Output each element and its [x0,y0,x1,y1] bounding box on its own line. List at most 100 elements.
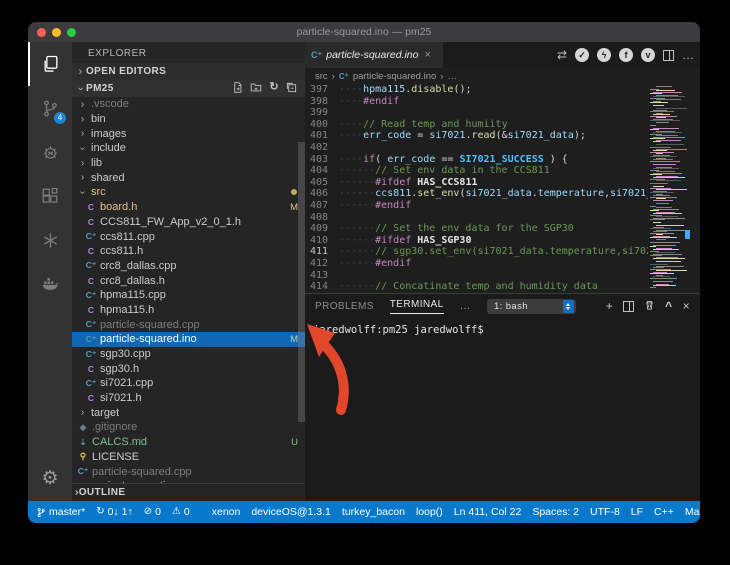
tree-file-ccs811.cpp[interactable]: C⁺ ccs811.cpp [72,229,305,244]
code-line-399[interactable]: 399 [305,107,648,119]
tree-folder-images[interactable]: › images [72,126,305,141]
tree-file-si7021.h[interactable]: Csi7021.h [72,391,305,406]
tree-file-particle-squared.cpp[interactable]: C⁺ particle-squared.cpp [72,464,305,479]
code-line-403[interactable]: 403 ····if( err_code == SI7021_SUCCESS ) … [305,154,648,166]
tree-file-sgp30.cpp[interactable]: C⁺ sgp30.cpp [72,347,305,362]
tree-file-crc8_dallas.h[interactable]: Ccrc8_dallas.h [72,273,305,288]
panel-more-icon[interactable]: … [460,300,471,312]
tree-file-hpma115.cpp[interactable]: C⁺ hpma115.cpp [72,288,305,303]
status-lf[interactable]: LF [631,506,643,518]
tree-file-.gitignore[interactable]: ◆ .gitignore [72,420,305,435]
particle-variable-icon[interactable]: v [641,48,655,62]
status-deviceos-1-3-1[interactable]: deviceOS@1.3.1 [251,506,331,518]
tree-file-board.h[interactable]: Cboard.h M [72,200,305,215]
new-terminal-icon[interactable]: + [606,300,613,312]
open-editors-section[interactable]: › OPEN EDITORS [72,63,305,80]
particle-flash-icon[interactable]: ϟ [597,48,611,62]
code-line-407[interactable]: 407 ······#endif [305,200,648,212]
activity-docker[interactable] [28,262,72,306]
status-0-1[interactable]: ↻ 0↓ 1↑ [96,506,133,518]
tree-file-sgp30.h[interactable]: Csgp30.h [72,361,305,376]
tree-file-hpma115.h[interactable]: Chpma115.h [72,303,305,318]
close-panel-icon[interactable]: × [683,300,690,312]
status-0[interactable]: ⊘ 0 [144,506,161,518]
settings-gear-icon[interactable]: ⚙ [28,461,72,495]
status-loop[interactable]: loop() [416,506,443,518]
code-line-401[interactable]: 401 ····err_code = si7021.read(&si7021_da… [305,130,648,142]
compare-changes-icon[interactable]: ⇄ [557,48,567,62]
terminal-content[interactable]: jaredwolff:pm25 jaredwolff$ [305,318,700,501]
particle-compile-check-icon[interactable]: ✓ [575,48,589,62]
split-editor-icon[interactable] [663,49,674,61]
code-editor[interactable]: 397 ····hpma115.disable(); 398 ····#endif 39… [305,84,648,293]
status-c[interactable]: C++ [654,506,674,518]
status-mac[interactable]: Mac [685,506,700,518]
title-bar[interactable]: particle-squared.ino — pm25 [28,22,700,42]
sidebar-scrollbar[interactable] [298,142,305,422]
activity-extensions[interactable] [28,174,72,218]
activity-debug[interactable] [28,130,72,174]
kill-terminal-icon[interactable] [644,299,655,313]
status-spaces-2[interactable]: Spaces: 2 [532,506,579,518]
minimap[interactable] [650,84,690,293]
tree-file-LICENSE[interactable]: ⚲ LICENSE [72,450,305,465]
tree-file-CCS811_FW_App_v2_0_1.h[interactable]: C CCS811_FW_App_v2_0_1.h [72,215,305,230]
tree-folder-.vscode[interactable]: › .vscode [72,97,305,112]
tab-terminal[interactable]: TERMINAL [389,299,444,314]
outline-section[interactable]: › OUTLINE [72,483,305,501]
tree-file-crc8_dallas.cpp[interactable]: C⁺ crc8_dallas.cpp [72,259,305,274]
code-line-408[interactable]: 408 [305,212,648,224]
breadcrumb-file[interactable]: particle-squared.ino [353,71,436,82]
code-line-406[interactable]: 406 ······ccs811.set_env(si7021_data.temp… [305,188,648,200]
tree-folder-target[interactable]: › target [72,405,305,420]
tree-folder-lib[interactable]: › lib [72,156,305,171]
tree-folder-include[interactable]: › include [72,141,305,156]
tab-problems[interactable]: PROBLEMS [315,301,374,312]
status-0[interactable]: ⚠ 0 [172,506,190,518]
code-line-402[interactable]: 402 [305,142,648,154]
tree-item-label: board.h [100,201,138,214]
particle-function-icon[interactable]: f [619,48,633,62]
breadcrumb[interactable]: src › C⁺ particle-squared.ino › … [305,68,700,84]
code-line-397[interactable]: 397 ····hpma115.disable(); [305,84,648,96]
collapse-all-icon[interactable] [286,82,297,96]
code-line-400[interactable]: 400 ····// Read temp and humiity [305,119,648,131]
tree-folder-bin[interactable]: › bin [72,112,305,127]
status-xenon[interactable]: xenon [212,506,241,518]
status-utf-8[interactable]: UTF-8 [590,506,620,518]
code-line-411[interactable]: 411 ······// sgp30.set_env(si7021_data.te… [305,246,648,258]
code-line-413[interactable]: 413 [305,270,648,282]
code-line-414[interactable]: 414 ······// Concatinate temp and humidit… [305,281,648,293]
project-section-pm25[interactable]: › PM25 ↻ [72,80,305,97]
breadcrumb-src[interactable]: src [315,71,328,82]
code-line-404[interactable]: 404 ······// Set env data in the CCS811 [305,165,648,177]
refresh-icon[interactable]: ↻ [269,81,279,96]
code-line-398[interactable]: 398 ····#endif [305,96,648,108]
new-file-icon[interactable] [232,81,243,96]
code-line-412[interactable]: 412 ······#endif [305,258,648,270]
terminal-select[interactable]: 1: bash [486,298,576,314]
code-line-409[interactable]: 409 ······// Set the env data for the SGP… [305,223,648,235]
tab-close-icon[interactable]: × [424,49,430,61]
activity-source-control[interactable]: 4 [28,86,72,130]
tree-file-CALCS.md[interactable]: ⇣ CALCS.md U [72,435,305,450]
tree-folder-shared[interactable]: › shared [72,170,305,185]
activity-explorer[interactable] [28,42,72,86]
tree-file-particle-squared.ino[interactable]: C⁺ particle-squared.ino M [72,332,305,347]
split-terminal-icon[interactable] [623,300,635,312]
new-folder-icon[interactable] [250,82,262,96]
tree-file-particle-squared.cpp[interactable]: C⁺ particle-squared.cpp [72,317,305,332]
code-line-410[interactable]: 410 ······#ifdef HAS_SGP30 [305,235,648,247]
tree-folder-src[interactable]: › src [72,185,305,200]
breadcrumb-symbol[interactable]: … [447,71,457,82]
status-turkey-bacon[interactable]: turkey_bacon [342,506,405,518]
tree-file-ccs811.h[interactable]: Cccs811.h [72,244,305,259]
status-ln-411-col-22[interactable]: Ln 411, Col 22 [454,506,522,518]
activity-particle-workbench[interactable] [28,218,72,262]
code-line-405[interactable]: 405 ······#ifdef HAS_CCS811 [305,177,648,189]
maximize-panel-icon[interactable]: ^ [665,300,672,312]
tab-particle-squared-ino[interactable]: C⁺ particle-squared.ino × [305,42,443,68]
more-actions-icon[interactable]: … [682,48,694,62]
status-master[interactable]: master* [36,506,85,518]
tree-file-si7021.cpp[interactable]: C⁺ si7021.cpp [72,376,305,391]
